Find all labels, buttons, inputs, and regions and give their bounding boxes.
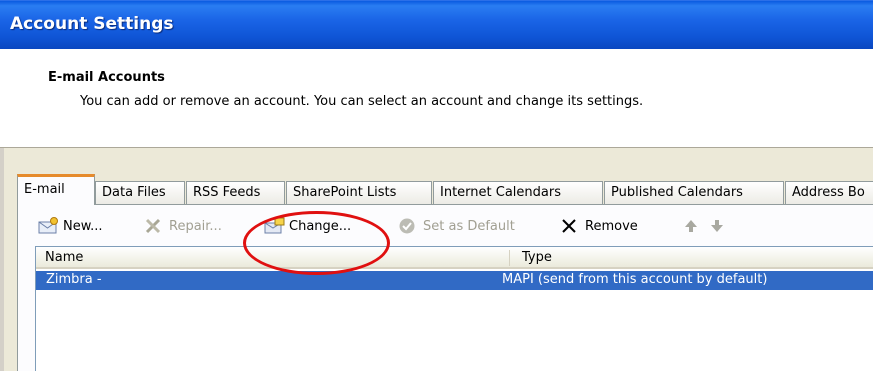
repair-label: Repair... (169, 218, 222, 234)
account-type: MAPI (send from this account by default) (502, 272, 768, 287)
remove-label: Remove (585, 218, 638, 234)
header-title: E-mail Accounts (48, 70, 165, 85)
column-header-name[interactable]: Name (36, 250, 510, 266)
remove-x-icon (560, 217, 582, 235)
account-list[interactable]: Name Type Zimbra - MAPI (send from this … (35, 246, 873, 371)
remove-button[interactable]: Remove (560, 216, 638, 236)
set-default-label: Set as Default (423, 218, 515, 234)
set-default-button[interactable]: Set as Default (398, 216, 515, 236)
repair-button[interactable]: Repair... (144, 216, 222, 236)
new-email-icon (38, 217, 60, 235)
tab-internet-calendars[interactable]: Internet Calendars (433, 181, 603, 204)
dialog-header: E-mail Accounts You can add or remove an… (0, 49, 873, 147)
new-button[interactable]: New... (38, 216, 103, 236)
new-label: New... (63, 218, 103, 234)
tab-strip: E-mail Data Files RSS Feeds SharePoint L… (17, 174, 873, 205)
repair-tools-icon (144, 217, 166, 235)
account-toolbar: New... Repair... Change... Set as Defaul… (18, 205, 873, 245)
tab-data-files[interactable]: Data Files (95, 181, 185, 204)
dialog-body: E-mail Data Files RSS Feeds SharePoint L… (0, 147, 873, 371)
tab-sharepoint-lists[interactable]: SharePoint Lists (286, 181, 432, 204)
window-title-bar: Account Settings (0, 0, 873, 49)
checkmark-icon (398, 217, 420, 235)
tab-email[interactable]: E-mail (17, 174, 95, 205)
change-label: Change... (289, 218, 352, 234)
tab-published-calendars[interactable]: Published Calendars (604, 181, 784, 204)
tab-rss-feeds[interactable]: RSS Feeds (186, 181, 285, 204)
column-header-type[interactable]: Type (522, 250, 552, 265)
move-down-button[interactable] (708, 216, 733, 236)
change-button[interactable]: Change... (264, 216, 351, 236)
move-up-button[interactable] (682, 216, 707, 236)
window-title: Account Settings (10, 14, 174, 34)
arrow-up-icon (682, 217, 704, 235)
email-tab-panel: New... Repair... Change... Set as Defaul… (17, 204, 873, 371)
tab-address-books[interactable]: Address Bo (785, 181, 873, 204)
account-name: Zimbra - (46, 272, 102, 287)
header-subtitle: You can add or remove an account. You ca… (80, 94, 644, 109)
list-item[interactable]: Zimbra - MAPI (send from this account by… (36, 271, 873, 290)
list-header: Name Type (36, 247, 873, 269)
change-account-icon (264, 217, 286, 235)
left-edge (0, 148, 4, 371)
arrow-down-icon (708, 217, 730, 235)
